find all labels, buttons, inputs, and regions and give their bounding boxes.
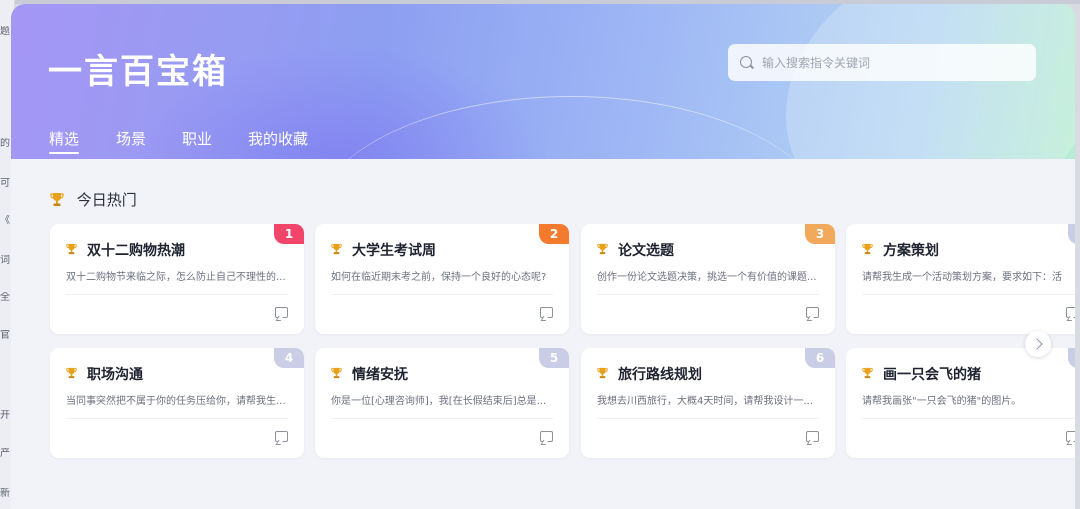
rank-badge [1068,224,1075,244]
search-input[interactable] [760,50,1024,76]
card-title: 方案策划 [883,243,939,259]
baibaoxiang-panel: 一言百宝箱 精选 场景 职业 我的收藏 今日热门 双十二购物热潮 双十二购物节来… [11,4,1075,509]
prompt-card[interactable]: 论文选题 创作一份论文选题决策，挑选一个有价值的课题... 3 [581,224,835,334]
card-description: 请帮我画张"一只会飞的猪"的图片。 [862,396,1022,407]
prompt-card[interactable]: 情绪安抚 你是一位[心理咨询师]，我[在长假结束后]总是... 5 [315,348,569,458]
rank-badge: 6 [805,348,835,368]
tab-my-favorites[interactable]: 我的收藏 [248,128,308,149]
trophy-icon [66,367,77,379]
section-title: 今日热门 [76,191,137,209]
trophy-icon [862,243,873,255]
tab-featured[interactable]: 精选 [49,128,80,154]
rank-badge [1068,348,1075,368]
trophy-icon [66,243,77,255]
chat-icon[interactable] [275,307,288,318]
chat-icon[interactable] [275,431,288,442]
chat-icon[interactable] [806,307,819,318]
app-title: 一言百宝箱 [48,52,228,92]
card-divider [597,294,819,295]
prompt-card[interactable]: 职场沟通 当同事突然把不属于你的任务压给你，请帮我生... 4 [50,348,304,458]
chat-icon[interactable] [540,431,553,442]
rank-badge: 5 [539,348,569,368]
card-divider [66,418,288,419]
trophy-icon [597,243,608,255]
card-title: 大学生考试周 [352,243,436,259]
trophy-icon [331,367,342,379]
trophy-icon [331,243,342,255]
trophy-icon [597,367,608,379]
trophy-icon [50,193,64,206]
card-divider [331,294,553,295]
search-icon [740,56,752,68]
card-description: 请帮我生成一个活动策划方案，要求如下：活 [862,272,1062,283]
carousel-next-button[interactable] [1025,331,1051,357]
card-title: 旅行路线规划 [618,367,702,383]
card-title: 职场沟通 [87,367,143,383]
section-header: 今日热门 [50,189,137,210]
chat-icon[interactable] [540,307,553,318]
card-divider [66,294,288,295]
card-title: 情绪安抚 [352,367,408,383]
trophy-icon [862,367,873,379]
card-description: 如何在临近期末考之前，保持一个良好的心态呢? [331,272,547,283]
card-title: 双十二购物热潮 [87,243,185,259]
card-description: 我想去川西旅行，大概4天时间，请帮我设计一... [597,396,813,407]
card-divider [862,418,1075,419]
prompt-card[interactable]: 大学生考试周 如何在临近期末考之前，保持一个良好的心态呢? 2 [315,224,569,334]
prompt-card[interactable]: 方案策划 请帮我生成一个活动策划方案，要求如下：活 [846,224,1075,334]
chat-icon[interactable] [1066,431,1075,442]
rank-badge: 2 [539,224,569,244]
rank-badge: 4 [274,348,304,368]
card-description: 你是一位[心理咨询师]，我[在长假结束后]总是... [331,396,547,407]
card-title: 论文选题 [618,243,674,259]
card-description: 双十二购物节来临之际，怎么防止自己不理性的... [66,272,286,283]
card-divider [862,294,1075,295]
chat-icon[interactable] [806,431,819,442]
card-divider [597,418,819,419]
tab-professions[interactable]: 职业 [182,128,212,149]
tab-scenes[interactable]: 场景 [116,128,146,149]
card-description: 创作一份论文选题决策，挑选一个有价值的课题... [597,272,817,283]
rank-badge: 3 [805,224,835,244]
header-banner: 一言百宝箱 精选 场景 职业 我的收藏 [11,4,1075,159]
prompt-card[interactable]: 旅行路线规划 我想去川西旅行，大概4天时间，请帮我设计一... 6 [581,348,835,458]
card-description: 当同事突然把不属于你的任务压给你，请帮我生... [66,396,286,407]
header-decoration [741,4,1075,159]
chat-icon[interactable] [1066,307,1075,318]
prompt-card[interactable]: 双十二购物热潮 双十二购物节来临之际，怎么防止自己不理性的... 1 [50,224,304,334]
prompt-card[interactable]: 画一只会飞的猪 请帮我画张"一只会飞的猪"的图片。 [846,348,1075,458]
card-title: 画一只会飞的猪 [883,367,981,383]
card-divider [331,418,553,419]
search-box[interactable] [728,44,1036,81]
rank-badge: 1 [274,224,304,244]
